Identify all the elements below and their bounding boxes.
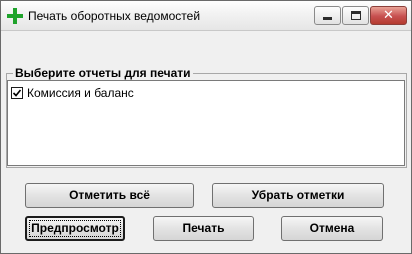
report-list[interactable]: Комиссия и баланс <box>7 80 405 166</box>
title-bar[interactable]: Печать оборотных ведомостей ✕ <box>1 1 411 31</box>
minimize-button[interactable] <box>314 6 341 25</box>
print-button[interactable]: Печать <box>153 216 254 241</box>
report-item-label: Комиссия и баланс <box>27 86 134 100</box>
maximize-icon <box>351 11 361 20</box>
close-icon: ✕ <box>383 8 394 23</box>
close-button[interactable]: ✕ <box>370 6 407 25</box>
preview-button[interactable]: Предпросмотр <box>25 216 125 241</box>
focus-ring <box>29 220 121 237</box>
report-group-label: Выберите отчеты для печати <box>13 66 193 80</box>
select-all-button[interactable]: Отметить всё <box>25 183 194 208</box>
report-checkbox[interactable] <box>11 87 23 99</box>
cancel-button[interactable]: Отмена <box>281 216 383 241</box>
dialog-window: Печать оборотных ведомостей ✕ Выберите о… <box>0 0 412 254</box>
minimize-icon <box>323 17 332 20</box>
list-item[interactable]: Комиссия и баланс <box>11 85 134 101</box>
maximize-button[interactable] <box>342 6 369 25</box>
window-title: Печать оборотных ведомостей <box>28 9 201 23</box>
clear-marks-button[interactable]: Убрать отметки <box>212 183 384 208</box>
green-plus-icon <box>7 8 23 24</box>
check-mark-icon <box>12 89 22 97</box>
